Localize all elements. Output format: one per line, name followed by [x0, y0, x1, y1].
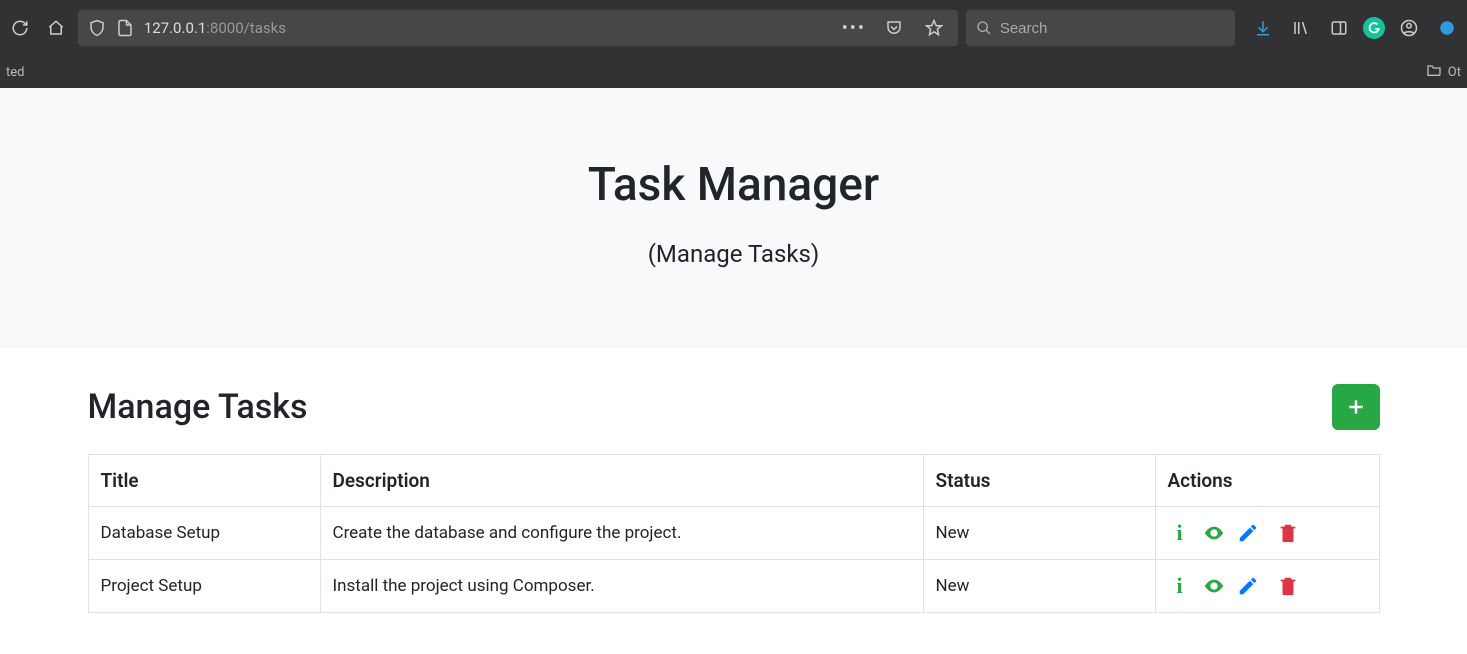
- col-header-title: Title: [88, 455, 320, 507]
- toolbar-right-icons: [1249, 14, 1461, 42]
- table-row: Database Setup Create the database and c…: [88, 507, 1379, 560]
- cell-actions: i: [1155, 560, 1379, 613]
- tasks-table: Title Description Status Actions Databas…: [88, 454, 1380, 613]
- library-icon[interactable]: [1287, 14, 1315, 42]
- grammarly-icon[interactable]: [1363, 17, 1385, 39]
- extension-icon[interactable]: [1433, 14, 1461, 42]
- cell-description: Install the project using Composer.: [320, 560, 923, 613]
- col-header-status: Status: [923, 455, 1155, 507]
- page-title: Task Manager: [0, 158, 1467, 212]
- browser-chrome: 127.0.0.1:8000/tasks •••: [0, 0, 1467, 88]
- bookmark-star-icon[interactable]: [920, 14, 948, 42]
- bookmark-item-right[interactable]: Ot: [1448, 65, 1461, 80]
- sidebar-icon[interactable]: [1325, 14, 1353, 42]
- search-input[interactable]: [1000, 20, 1225, 37]
- table-row: Project Setup Install the project using …: [88, 560, 1379, 613]
- search-icon: [976, 20, 992, 36]
- home-icon[interactable]: [42, 14, 70, 42]
- view-icon[interactable]: [1202, 574, 1226, 598]
- edit-icon[interactable]: [1236, 521, 1260, 545]
- section-header: Manage Tasks: [88, 384, 1380, 430]
- delete-icon[interactable]: [1276, 574, 1300, 598]
- cell-description: Create the database and configure the pr…: [320, 507, 923, 560]
- url-path: :8000/tasks: [206, 19, 286, 37]
- info-icon[interactable]: i: [1168, 574, 1192, 598]
- cell-title: Project Setup: [88, 560, 320, 613]
- page-subtitle: (Manage Tasks): [0, 240, 1467, 268]
- cell-actions: i: [1155, 507, 1379, 560]
- page-icon: [116, 19, 134, 37]
- view-icon[interactable]: [1202, 521, 1226, 545]
- cell-title: Database Setup: [88, 507, 320, 560]
- bookmarks-bar: ted Ot: [0, 56, 1467, 88]
- url-text: 127.0.0.1:8000/tasks: [144, 19, 830, 37]
- more-icon[interactable]: •••: [840, 14, 868, 42]
- shield-icon[interactable]: [88, 19, 106, 37]
- pocket-icon[interactable]: [880, 14, 908, 42]
- url-host: 127.0.0.1: [144, 19, 206, 37]
- plus-icon: [1346, 397, 1366, 417]
- url-bar[interactable]: 127.0.0.1:8000/tasks •••: [78, 10, 958, 46]
- info-icon[interactable]: i: [1168, 521, 1192, 545]
- col-header-actions: Actions: [1155, 455, 1379, 507]
- add-task-button[interactable]: [1332, 384, 1380, 430]
- edit-icon[interactable]: [1236, 574, 1260, 598]
- browser-toolbar: 127.0.0.1:8000/tasks •••: [0, 0, 1467, 56]
- folder-icon[interactable]: [1426, 62, 1442, 82]
- downloads-icon[interactable]: [1249, 14, 1277, 42]
- main-container: Manage Tasks Title Description Status Ac…: [40, 348, 1428, 653]
- cell-status: New: [923, 507, 1155, 560]
- bookmark-item-left[interactable]: ted: [6, 65, 24, 80]
- cell-status: New: [923, 560, 1155, 613]
- account-icon[interactable]: [1395, 14, 1423, 42]
- section-heading: Manage Tasks: [88, 387, 308, 427]
- search-bar[interactable]: [966, 10, 1235, 46]
- hero: Task Manager (Manage Tasks): [0, 88, 1467, 348]
- col-header-description: Description: [320, 455, 923, 507]
- reload-icon[interactable]: [6, 14, 34, 42]
- delete-icon[interactable]: [1276, 521, 1300, 545]
